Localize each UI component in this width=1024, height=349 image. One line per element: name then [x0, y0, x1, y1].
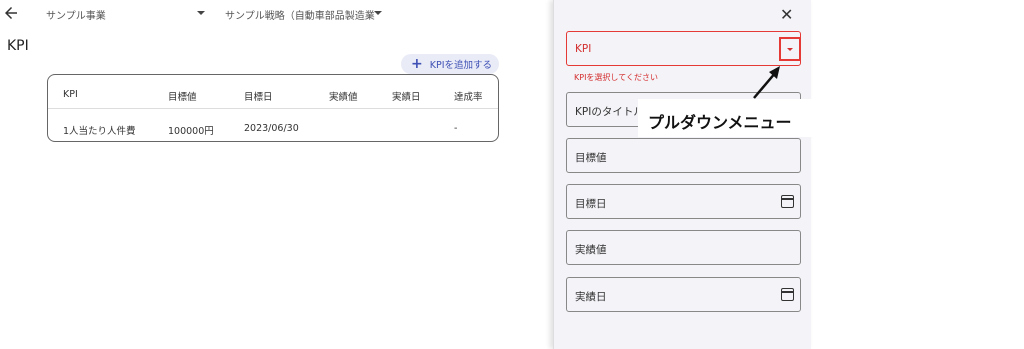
page-title: KPI [7, 38, 29, 54]
cell-target-date: 2023/06/30 [244, 123, 299, 134]
annotation-box: プルダウンメニュー [638, 99, 828, 137]
column-header-kpi: KPI [63, 89, 78, 100]
kpi-select-label: KPI [575, 43, 592, 55]
close-icon[interactable]: ✕ [780, 5, 793, 24]
target-date-label: 目標日 [575, 198, 607, 210]
target-value-field[interactable]: 目標値 [566, 138, 801, 173]
table-header: KPI 目標値 目標日 実績値 実績日 達成率 [48, 75, 498, 109]
column-header-achievement-rate: 達成率 [454, 92, 483, 103]
kpi-error-message: KPIを選択してください [574, 73, 658, 82]
annotation-text: プルダウンメニュー [648, 113, 792, 132]
calendar-icon[interactable] [781, 288, 794, 301]
kpi-table: KPI 目標値 目標日 実績値 実績日 達成率 1人当たり人件費 100000円… [47, 74, 499, 142]
back-arrow-icon[interactable] [2, 4, 20, 22]
app-root: サンプル事業 サンプル戦略（自動車部品製造業 KPI + KPIを追加する KP… [0, 0, 1024, 349]
add-kpi-button[interactable]: + KPIを追加する [401, 54, 499, 74]
column-header-target-value: 目標値 [168, 92, 197, 103]
column-header-actual-date: 実績日 [392, 92, 421, 103]
business-select[interactable]: サンプル事業 [46, 7, 106, 22]
column-header-target-date: 目標日 [244, 92, 273, 103]
actual-date-field[interactable]: 実績日 [566, 277, 801, 312]
chevron-down-icon[interactable] [374, 11, 382, 15]
strategy-select[interactable]: サンプル戦略（自動車部品製造業 [225, 7, 375, 22]
dropdown-arrow-icon[interactable] [779, 37, 801, 61]
target-value-label: 目標値 [575, 152, 607, 164]
kpi-form-panel: ✕ KPI KPIを選択してください KPIのタイトル 目標値 目標日 実績値 … [553, 0, 811, 349]
cell-achievement-rate: - [454, 123, 458, 134]
actual-value-field[interactable]: 実績値 [566, 230, 801, 265]
plus-icon: + [411, 56, 423, 72]
add-kpi-label: KPIを追加する [429, 60, 492, 71]
kpi-title-label: KPIのタイトル [575, 106, 644, 118]
cell-target-value: 100000円 [168, 126, 214, 137]
actual-date-label: 実績日 [575, 291, 607, 303]
target-date-field[interactable]: 目標日 [566, 184, 801, 219]
actual-value-label: 実績値 [575, 244, 607, 256]
table-row[interactable]: 1人当たり人件費 100000円 2023/06/30 - [48, 109, 498, 143]
cell-kpi: 1人当たり人件費 [63, 126, 136, 137]
chevron-down-icon[interactable] [197, 11, 205, 15]
calendar-icon[interactable] [781, 195, 794, 208]
column-header-actual-value: 実績値 [329, 92, 358, 103]
